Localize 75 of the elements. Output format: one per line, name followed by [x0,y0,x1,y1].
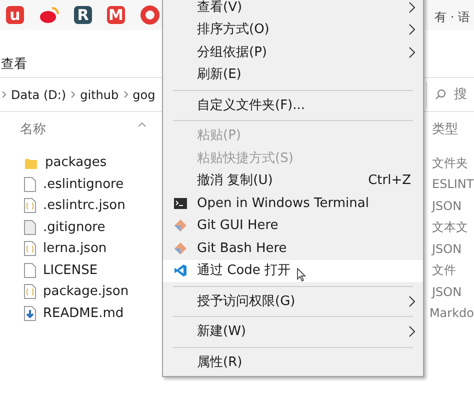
file-name[interactable]: LICENSE [43,260,98,280]
menu-label: 刷新(E) [197,66,242,84]
file-name[interactable]: .gitignore [43,218,106,237]
sort-icon [138,122,146,126]
menu-label: 通过 Code 打开 [197,262,291,280]
menu-label: Open in Windows Terminal [197,194,369,212]
markdown-file-icon [24,306,36,321]
file-name[interactable]: .eslintrc.json [43,196,126,216]
menu-label: Git GUI Here [197,217,278,235]
file-name[interactable]: package.json [43,282,129,302]
menu-label: Git Bash Here [197,240,287,258]
chevron-icon [2,91,6,98]
menu-item[interactable]: 新建(W) [163,320,423,343]
column-header[interactable]: 名称 [20,120,46,140]
column-header[interactable]: 类型 [428,120,458,140]
menu-label: 自定义文件夹(F)... [197,96,306,114]
breadcrumb[interactable]: Data (D:) [11,86,66,104]
file-type: ESLINT [432,176,474,194]
file-icon [24,176,36,192]
file-type: JSON [432,284,462,301]
menu-label: 撤消 复制(U) [197,172,273,190]
file-name[interactable]: lerna.json [43,239,107,258]
diamond-icon [174,219,187,232]
menu-item[interactable]: 撤消 复制(U) Ctrl+Z [163,170,423,192]
bookmark-icon[interactable]: u [6,6,24,24]
menu-item[interactable]: 分组依据(P) [163,41,423,64]
bookmark-icon[interactable]: R [74,6,92,24]
file-type: 文件夹 [432,154,468,172]
json-file-icon [24,241,36,256]
menu-item[interactable]: 授予访问权限(G) [163,290,423,312]
menu-label: 粘贴快捷方式(S) [197,150,294,168]
menu-item[interactable]: 刷新(E) [163,64,423,86]
file-type: 文件 [432,262,456,280]
menu-item[interactable]: 查看(V) [163,0,423,18]
menu-item[interactable]: Git Bash Here [163,237,423,260]
menu-label: 排序方式(O) [197,21,270,39]
menu-item[interactable]: 通过 Code 打开 [163,260,423,282]
file-type: Markdo [429,305,474,322]
file-type: JSON [432,198,462,215]
menu-label: 分组依据(P) [197,44,267,62]
tab-title: 有 · 语 [434,9,470,26]
view-menu-button[interactable]: 查看 [0,54,28,74]
json-file-icon [24,198,36,214]
chevron-icon [124,91,128,98]
diamond-icon [174,242,187,255]
chevron-icon [71,91,76,98]
menu-label: 新建(W) [197,323,246,341]
file-type: 文本文 [432,219,468,236]
json-file-icon [24,284,36,300]
menu-item[interactable]: Open in Windows Terminal [163,192,423,214]
file-type: JSON [432,240,462,258]
terminal-icon [174,198,187,209]
menu-item[interactable]: 自定义文件夹(F)... [163,94,423,116]
menu-label: 属性(R) [197,354,242,372]
shortcut-label: Ctrl+Z [368,172,411,190]
file-name[interactable]: .eslintignore [43,174,124,194]
code-editor-icon [174,264,187,278]
mouse-cursor-icon [296,268,306,282]
bookmark-icon[interactable] [39,6,59,24]
search-field[interactable]: 搜 [426,82,474,108]
menu-label: 查看(V) [197,0,242,16]
menu-item[interactable]: 排序方式(O) [163,18,423,41]
menu-item[interactable]: Git GUI Here [163,214,423,237]
file-name[interactable]: README.md [43,304,124,323]
menu-label: 粘贴(P) [197,127,241,145]
breadcrumb[interactable]: github [80,86,119,104]
bookmark-icon[interactable] [140,5,160,25]
bookmark-icon[interactable]: M [107,6,125,24]
search-icon [435,89,446,100]
menu-label: 授予访问权限(G) [197,292,296,310]
file-icon [24,262,36,278]
menu-item[interactable]: 属性(R) [163,351,423,374]
breadcrumb[interactable]: gog [132,86,156,104]
file-name[interactable]: packages [45,153,107,172]
file-icon [24,220,36,235]
